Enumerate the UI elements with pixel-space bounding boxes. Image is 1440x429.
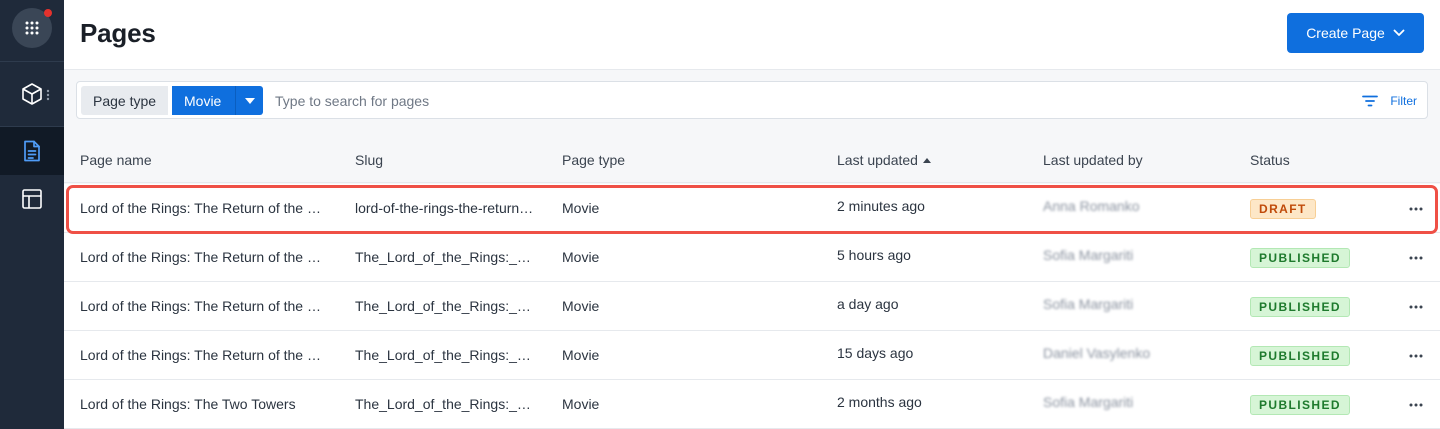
document-icon — [24, 140, 40, 162]
create-page-button[interactable]: Create Page — [1287, 13, 1424, 53]
create-page-label: Create Page — [1306, 25, 1385, 41]
page-name-cell: Lord of the Rings: The Return of the Kin… — [80, 298, 326, 314]
last-updated-cell: 5 hours ago — [837, 247, 911, 263]
status-badge: DRAFT — [1250, 199, 1316, 219]
sidebar-item-layout[interactable] — [0, 175, 64, 223]
page-type-value: Movie — [184, 92, 222, 109]
more-actions-icon[interactable] — [1404, 200, 1428, 218]
table-row[interactable]: Lord of the Rings: The Return of the Kin… — [64, 282, 1440, 331]
filter-icon — [1362, 95, 1379, 106]
last-updated-cell: a day ago — [837, 296, 899, 312]
page-type-cell: Movie — [562, 347, 600, 363]
page-type-label: Page type — [81, 86, 169, 115]
table-row[interactable]: Lord of the Rings: The Return of the Kin… — [64, 331, 1440, 380]
column-header-last-updated-by[interactable]: Last updated by — [1043, 152, 1143, 168]
last-updated-by-cell: Sofia Margariti — [1043, 394, 1134, 410]
caret-down-icon — [235, 86, 263, 115]
status-badge: PUBLISHED — [1250, 248, 1350, 268]
table-row[interactable]: Lord of the Rings: The Two Towers The_Lo… — [64, 380, 1440, 429]
status-badge: PUBLISHED — [1250, 346, 1350, 366]
space-menu-dots-icon[interactable] — [46, 88, 50, 106]
column-header-last-updated-label: Last updated — [837, 152, 918, 168]
last-updated-by-cell: Sofia Margariti — [1043, 296, 1134, 312]
last-updated-by-cell: Sofia Margariti — [1043, 247, 1134, 263]
page-type-cell: Movie — [562, 200, 600, 216]
more-actions-icon[interactable] — [1404, 298, 1428, 316]
page-name-cell: Lord of the Rings: The Return of the Kin… — [80, 249, 326, 265]
search-input[interactable] — [275, 86, 1175, 115]
cube-icon — [22, 83, 42, 105]
page-name-cell: Lord of the Rings: The Return of the Kin… — [80, 200, 326, 216]
last-updated-by-cell: Daniel Vasylenko — [1043, 345, 1151, 361]
slug-cell: The_Lord_of_the_Rings:_The_Return_of_the… — [355, 347, 535, 363]
page-name-cell: Lord of the Rings: The Return of the Kin… — [80, 347, 326, 363]
status-badge: PUBLISHED — [1250, 297, 1350, 317]
notification-dot — [44, 9, 52, 17]
search-bar: Page type Movie Filter — [76, 81, 1428, 119]
column-header-last-updated[interactable]: Last updated — [837, 152, 931, 168]
sidebar-item-pages[interactable] — [0, 127, 64, 175]
page-header: Pages Create Page — [64, 0, 1440, 70]
sort-ascending-icon — [922, 158, 931, 163]
last-updated-cell: 15 days ago — [837, 345, 914, 361]
more-actions-icon[interactable] — [1404, 347, 1428, 365]
main-content: Page type Movie Filter Page name Slug Pa… — [64, 70, 1440, 429]
chevron-down-icon — [1393, 29, 1405, 36]
table-row[interactable]: Lord of the Rings: The Return of the Kin… — [64, 233, 1440, 282]
table-row[interactable]: Lord of the Rings: The Return of the Kin… — [64, 184, 1440, 233]
more-actions-icon[interactable] — [1404, 396, 1428, 414]
slug-cell: The_Lord_of_the_Rings:_The_Two_Towers — [355, 396, 535, 412]
slug-cell: The_Lord_of_the_Rings:_The_Return_of_the… — [355, 249, 535, 265]
sidebar-item-space[interactable] — [0, 70, 64, 118]
slug-cell: lord-of-the-rings-the-return-of-the-king — [355, 200, 535, 216]
filter-label: Filter — [1390, 93, 1417, 108]
more-actions-icon[interactable] — [1404, 249, 1428, 267]
page-type-cell: Movie — [562, 298, 600, 314]
sidebar — [0, 0, 64, 429]
last-updated-cell: 2 minutes ago — [837, 198, 925, 214]
layout-icon — [22, 189, 42, 209]
page-name-cell: Lord of the Rings: The Two Towers — [80, 396, 296, 412]
page-type-cell: Movie — [562, 249, 600, 265]
filter-button[interactable]: Filter — [1362, 86, 1417, 115]
table-body: Lord of the Rings: The Return of the Kin… — [64, 184, 1440, 429]
column-header-status[interactable]: Status — [1250, 152, 1290, 168]
status-badge: PUBLISHED — [1250, 395, 1350, 415]
column-header-slug[interactable]: Slug — [355, 152, 383, 168]
page-type-select[interactable]: Movie — [172, 86, 263, 115]
page-title: Pages — [80, 18, 156, 48]
column-header-page-type[interactable]: Page type — [562, 152, 625, 168]
sidebar-divider — [0, 61, 64, 62]
last-updated-cell: 2 months ago — [837, 394, 922, 410]
page-type-cell: Movie — [562, 396, 600, 412]
table-header: Page name Slug Page type Last updated La… — [64, 135, 1440, 183]
column-header-page-name[interactable]: Page name — [80, 152, 152, 168]
last-updated-by-cell: Anna Romanko — [1043, 198, 1140, 214]
slug-cell: The_Lord_of_the_Rings:_The_Return_of_the… — [355, 298, 535, 314]
